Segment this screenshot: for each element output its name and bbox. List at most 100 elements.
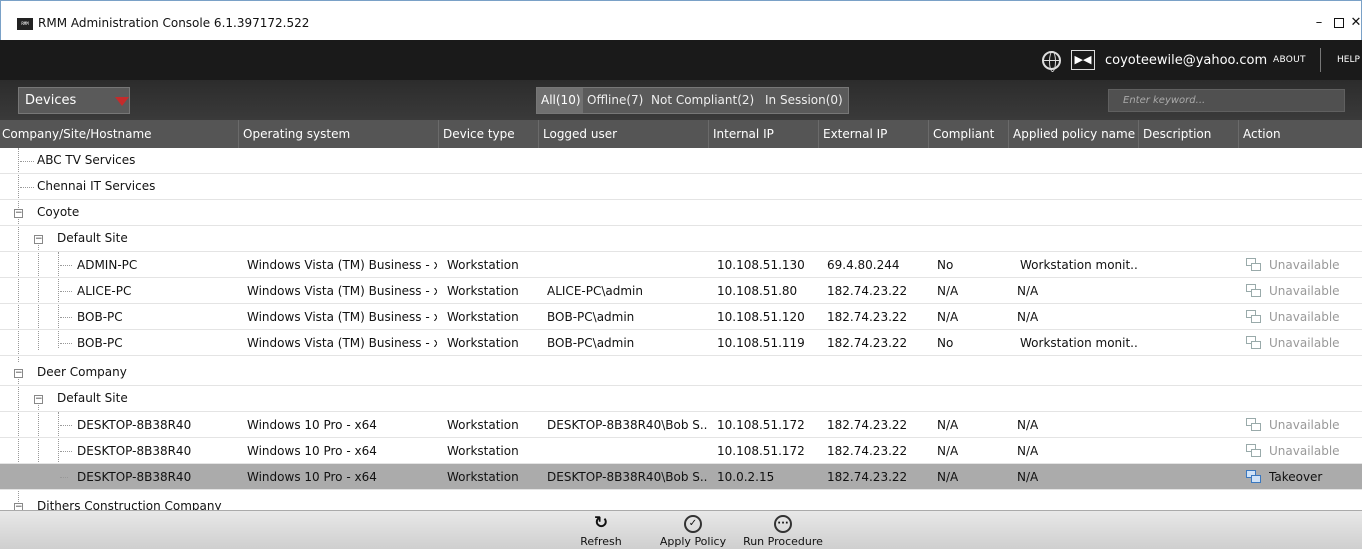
col-header-internal-ip[interactable]: Internal IP [708, 120, 818, 148]
policy-cell: N/A [1017, 418, 1039, 432]
internal-ip-cell: 10.108.51.172 [717, 418, 805, 432]
run-procedure-label: Run Procedure [743, 535, 823, 548]
device-type-cell: Workstation [447, 258, 519, 272]
about-link[interactable]: ABOUT [1273, 55, 1306, 65]
policy-cell: N/A [1017, 444, 1039, 458]
connect-icon[interactable]: ▶◀ [1071, 50, 1095, 70]
site-label: Default Site [57, 231, 128, 245]
tree-connector [60, 317, 72, 318]
col-header-policy[interactable]: Applied policy name [1008, 120, 1138, 148]
os-cell: Windows Vista (TM) Business - x86 [247, 258, 437, 272]
company-label: Coyote [37, 205, 80, 219]
filter-in-session[interactable]: In Session(0) [765, 88, 843, 113]
tree-row-company[interactable]: − Deer Company [0, 360, 1362, 386]
col-header-logged-user[interactable]: Logged user [538, 120, 708, 148]
device-type-cell: Workstation [447, 418, 519, 432]
policy-cell: Workstation monit... [1020, 336, 1138, 350]
col-header-description[interactable]: Description [1138, 120, 1238, 148]
run-procedure-button[interactable]: ··· Run Procedure [740, 513, 826, 549]
col-header-device-type[interactable]: Device type [438, 120, 538, 148]
collapse-toggle[interactable]: − [34, 395, 43, 404]
search-input[interactable]: Enter keyword... [1108, 89, 1345, 112]
device-tree-table: ABC TV Services Chennai IT Services − Co… [0, 148, 1362, 510]
internal-ip-cell: 10.0.2.15 [717, 470, 775, 484]
devices-dropdown-label: Devices [25, 93, 77, 108]
table-row[interactable]: BOB-PC Windows Vista (TM) Business - x86… [0, 330, 1362, 356]
tree-row-company[interactable]: − Coyote [0, 200, 1362, 226]
external-ip-cell: 182.74.23.22 [827, 284, 908, 298]
filter-not-compliant[interactable]: Not Compliant(2) [651, 88, 754, 113]
tree-connector [60, 343, 72, 344]
internal-ip-cell: 10.108.51.120 [717, 310, 805, 324]
os-cell: Windows Vista (TM) Business - x86 [247, 336, 437, 350]
col-header-os[interactable]: Operating system [238, 120, 438, 148]
collapse-toggle[interactable]: − [14, 209, 23, 218]
tree-row-site[interactable]: − Default Site [0, 386, 1362, 412]
tree-row-site[interactable]: − Default Site [0, 226, 1362, 252]
window-title: RMM Administration Console 6.1.397172.52… [38, 16, 310, 30]
col-header-external-ip[interactable]: External IP [818, 120, 928, 148]
help-link[interactable]: HELP [1337, 55, 1360, 65]
device-type-cell: Workstation [447, 336, 519, 350]
tree-row-company[interactable]: − Dithers Construction Company [0, 494, 1362, 510]
col-header-compliant[interactable]: Compliant [928, 120, 1008, 148]
tree-row-company[interactable]: Chennai IT Services [0, 174, 1362, 200]
table-row[interactable]: ALICE-PC Windows Vista (TM) Business - x… [0, 278, 1362, 304]
device-type-cell: Workstation [447, 310, 519, 324]
apply-policy-button[interactable]: ✓ Apply Policy [656, 513, 730, 549]
col-header-action[interactable]: Action [1238, 120, 1362, 148]
os-cell: Windows Vista (TM) Business - x86 [247, 284, 437, 298]
logged-user-cell [547, 252, 707, 278]
internal-ip-cell: 10.108.51.119 [717, 336, 805, 350]
policy-cell: N/A [1017, 284, 1039, 298]
description-cell [1147, 464, 1237, 490]
logged-user-cell [547, 438, 707, 464]
bottom-toolbar: ↻ Refresh ✓ Apply Policy ··· Run Procedu… [0, 510, 1362, 549]
logged-user-cell: DESKTOP-8B38R40\Bob S... [547, 470, 707, 484]
compliant-cell: N/A [937, 284, 959, 298]
logged-user-cell: ALICE-PC\admin [547, 284, 643, 298]
window-titlebar: RMM RMM Administration Console 6.1.39717… [0, 0, 1362, 40]
compliant-cell: N/A [937, 418, 959, 432]
takeover-link[interactable]: Takeover [1269, 464, 1359, 490]
collapse-toggle[interactable]: − [34, 235, 43, 244]
table-row[interactable]: ADMIN-PC Windows Vista (TM) Business - x… [0, 252, 1362, 278]
table-row[interactable]: DESKTOP-8B38R40 Windows 10 Pro - x64 Wor… [0, 438, 1362, 464]
action-status: Unavailable [1269, 336, 1340, 350]
description-cell [1147, 330, 1237, 356]
compliant-cell: N/A [937, 310, 959, 324]
refresh-button[interactable]: ↻ Refresh [574, 513, 628, 549]
tree-connector [60, 265, 72, 266]
os-cell: Windows 10 Pro - x64 [247, 444, 377, 458]
col-header-hostname[interactable]: Company/Site/Hostname [0, 120, 238, 148]
hostname-cell: DESKTOP-8B38R40 [77, 444, 192, 458]
company-label: Deer Company [37, 365, 127, 379]
apply-policy-label: Apply Policy [659, 535, 727, 548]
tree-row-company[interactable]: ABC TV Services [0, 148, 1362, 174]
remote-session-icon [1246, 310, 1262, 324]
close-button[interactable]: ✕ [1336, 11, 1362, 35]
description-cell [1147, 412, 1237, 438]
hostname-cell: DESKTOP-8B38R40 [77, 418, 192, 432]
collapse-toggle[interactable]: − [14, 369, 23, 378]
globe-icon[interactable] [1042, 51, 1061, 72]
company-label: ABC TV Services [37, 153, 136, 167]
filter-offline[interactable]: Offline(7) [587, 88, 643, 113]
table-row-selected[interactable]: DESKTOP-8B38R40 Windows 10 Pro - x64 Wor… [0, 464, 1362, 490]
device-type-cell: Workstation [447, 444, 519, 458]
hostname-cell: BOB-PC [77, 336, 123, 350]
company-label: Dithers Construction Company [37, 499, 222, 510]
external-ip-cell: 182.74.23.22 [827, 418, 908, 432]
description-cell [1147, 252, 1237, 278]
table-row[interactable]: BOB-PC Windows Vista (TM) Business - x86… [0, 304, 1362, 330]
action-status: Unavailable [1269, 444, 1340, 458]
user-email[interactable]: coyoteewile@yahoo.com [1105, 53, 1267, 68]
logged-user-cell: DESKTOP-8B38R40\Bob S... [547, 418, 707, 432]
filter-all[interactable]: All(10) [537, 88, 583, 113]
collapse-toggle[interactable]: − [14, 503, 23, 510]
policy-cell: N/A [1017, 310, 1039, 324]
table-row[interactable]: DESKTOP-8B38R40 Windows 10 Pro - x64 Wor… [0, 412, 1362, 438]
remote-session-icon[interactable] [1246, 470, 1262, 484]
devices-dropdown[interactable]: Devices [18, 87, 130, 114]
compliant-cell: N/A [937, 444, 959, 458]
